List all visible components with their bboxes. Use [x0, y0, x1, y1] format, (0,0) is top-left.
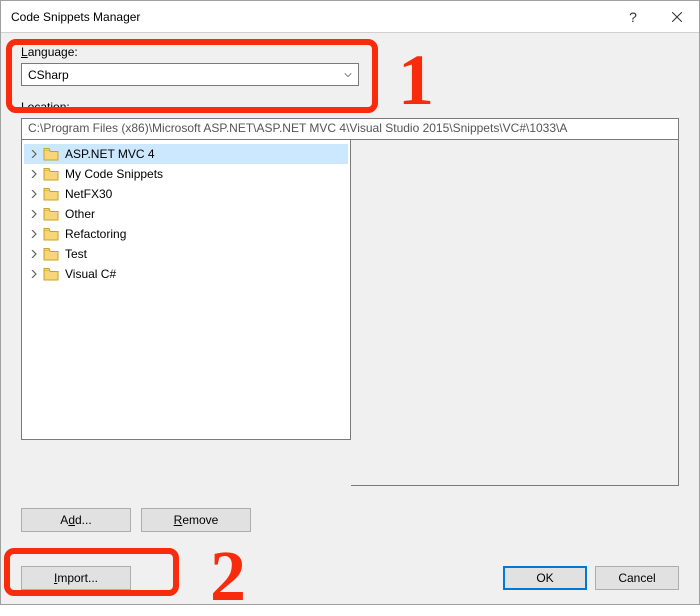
tree-container: ASP.NET MVC 4 My Code Snippets NetFX30 Othe…: [21, 140, 679, 486]
tree-item[interactable]: Refactoring: [24, 224, 348, 244]
expand-icon[interactable]: [28, 168, 40, 180]
remove-button[interactable]: Remove: [141, 508, 251, 532]
folder-icon: [43, 167, 59, 181]
folder-icon: [43, 267, 59, 281]
language-value: CSharp: [28, 68, 69, 82]
location-label: Location:: [21, 100, 679, 114]
close-icon: [672, 12, 682, 22]
tree-item-label: Other: [65, 207, 95, 221]
tree-item-label: Refactoring: [65, 227, 126, 241]
expand-icon[interactable]: [28, 228, 40, 240]
folder-icon: [43, 187, 59, 201]
add-button[interactable]: Add...: [21, 508, 131, 532]
help-button[interactable]: ?: [611, 2, 655, 32]
close-button[interactable]: [655, 2, 699, 32]
question-icon: ?: [629, 9, 637, 25]
language-label: Language:: [21, 45, 679, 59]
button-row-top: Add... Remove: [21, 508, 679, 532]
preview-pane: [351, 140, 679, 486]
location-field[interactable]: C:\Program Files (x86)\Microsoft ASP.NET…: [21, 118, 679, 140]
content-area: Language: CSharp Location: C:\Program Fi…: [1, 33, 699, 604]
tree-item[interactable]: ASP.NET MVC 4: [24, 144, 348, 164]
import-button[interactable]: Import...: [21, 566, 131, 590]
expand-icon[interactable]: [28, 268, 40, 280]
button-area: Add... Remove Import... OK Cancel: [21, 496, 679, 604]
language-dropdown[interactable]: CSharp: [21, 63, 359, 86]
folder-icon: [43, 227, 59, 241]
folder-icon: [43, 147, 59, 161]
ok-button[interactable]: OK: [503, 566, 587, 590]
dialog-window: Code Snippets Manager ? Language: CSharp…: [0, 0, 700, 605]
tree-item-label: Visual C#: [65, 267, 116, 281]
window-title: Code Snippets Manager: [11, 10, 611, 24]
tree-item[interactable]: My Code Snippets: [24, 164, 348, 184]
folder-icon: [43, 247, 59, 261]
expand-icon[interactable]: [28, 188, 40, 200]
tree-item-label: My Code Snippets: [65, 167, 163, 181]
expand-icon[interactable]: [28, 208, 40, 220]
titlebar: Code Snippets Manager ?: [1, 1, 699, 33]
ok-cancel-group: OK Cancel: [503, 566, 679, 590]
snippet-tree[interactable]: ASP.NET MVC 4 My Code Snippets NetFX30 Othe…: [21, 140, 351, 440]
cancel-button[interactable]: Cancel: [595, 566, 679, 590]
tree-item[interactable]: NetFX30: [24, 184, 348, 204]
folder-icon: [43, 207, 59, 221]
tree-item[interactable]: Other: [24, 204, 348, 224]
expand-icon[interactable]: [28, 248, 40, 260]
tree-item-label: Test: [65, 247, 87, 261]
chevron-down-icon: [344, 71, 352, 79]
tree-item-label: ASP.NET MVC 4: [65, 147, 155, 161]
button-row-bottom: Import... OK Cancel: [21, 566, 679, 590]
expand-icon[interactable]: [28, 148, 40, 160]
tree-item[interactable]: Visual C#: [24, 264, 348, 284]
tree-item-label: NetFX30: [65, 187, 112, 201]
tree-item[interactable]: Test: [24, 244, 348, 264]
